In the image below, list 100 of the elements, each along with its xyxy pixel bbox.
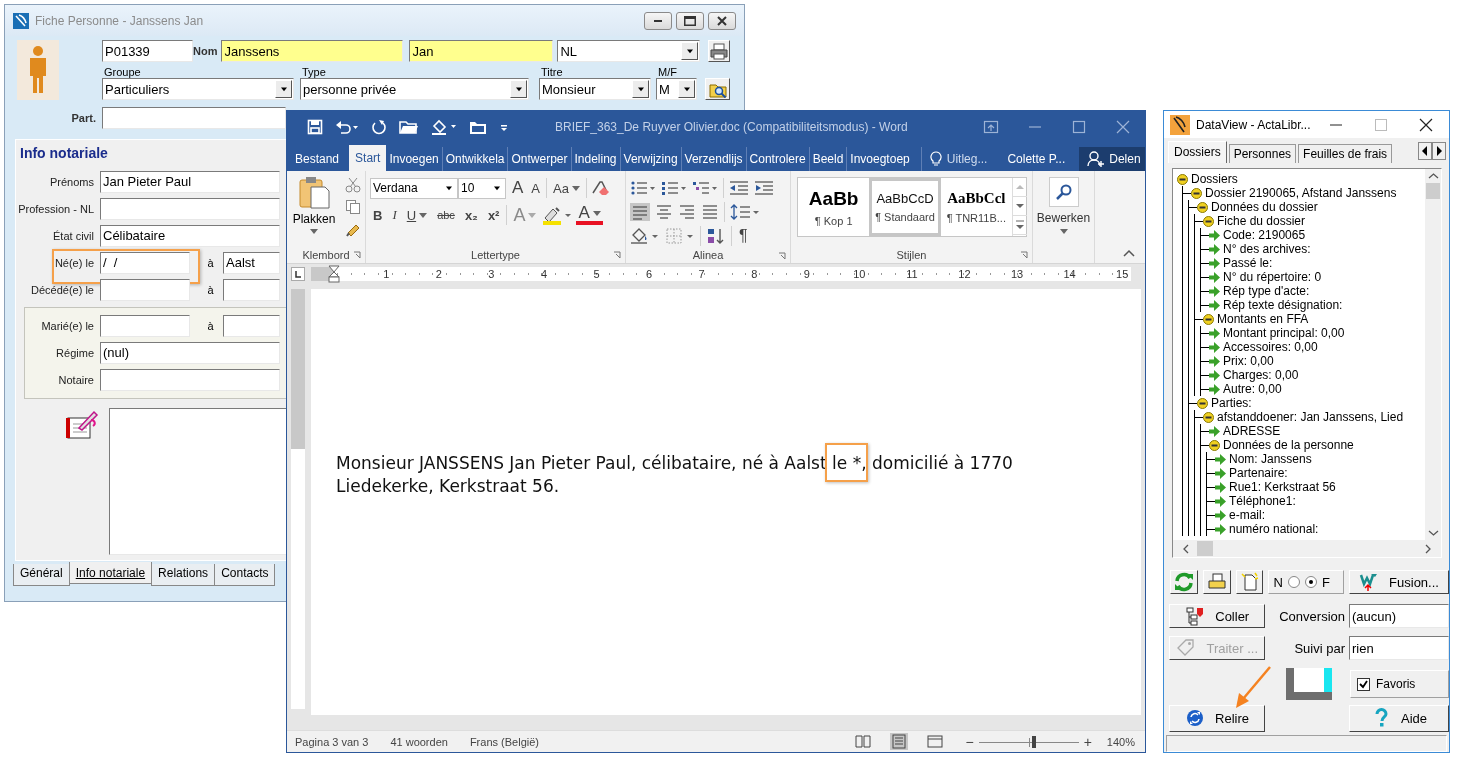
place-field[interactable]: Aalst bbox=[223, 251, 280, 274]
conversion-field[interactable]: (aucun) bbox=[1349, 604, 1449, 628]
arrow-icon[interactable] bbox=[1215, 509, 1226, 521]
tree-item[interactable]: Partenaire: bbox=[1229, 466, 1288, 480]
style-tile[interactable]: AaBbCcD ¶ Standaard bbox=[869, 178, 941, 236]
page-count[interactable]: Pagina 3 van 3 bbox=[295, 735, 369, 748]
tab[interactable]: Général bbox=[13, 564, 70, 586]
align-center-icon[interactable] bbox=[655, 203, 673, 221]
dialog-launcher-icon[interactable] bbox=[353, 251, 361, 259]
new-document-button[interactable] bbox=[1235, 570, 1264, 594]
tree-item[interactable]: Rép type d'acte: bbox=[1223, 284, 1310, 298]
font-color-button[interactable]: A bbox=[576, 205, 603, 225]
ribbon-tab[interactable]: Invoegen bbox=[386, 147, 442, 171]
tree-item[interactable]: Montant principal: 0,00 bbox=[1223, 326, 1345, 340]
copy-icon[interactable] bbox=[345, 199, 361, 215]
print-layout-icon[interactable] bbox=[890, 733, 909, 750]
arrow-icon[interactable] bbox=[1209, 369, 1220, 381]
dock-layout-icon[interactable] bbox=[1286, 668, 1332, 700]
paste-button[interactable]: Plakken bbox=[291, 175, 337, 246]
tab[interactable]: Feuilles de frais bbox=[1298, 144, 1393, 163]
horizontal-scrollbar[interactable] bbox=[1173, 540, 1441, 557]
code-field[interactable]: P01339 bbox=[102, 40, 193, 62]
print-button[interactable] bbox=[708, 40, 730, 62]
underline-button[interactable]: U bbox=[403, 204, 431, 226]
tree-item[interactable]: Autre: 0,00 bbox=[1223, 382, 1282, 396]
tree-item[interactable]: Charges: 0,00 bbox=[1223, 368, 1299, 382]
scrollbar-thumb[interactable] bbox=[1197, 541, 1213, 556]
zoom-out-button[interactable]: − bbox=[962, 733, 977, 750]
ribbon-tab[interactable]: Bestand bbox=[289, 147, 350, 171]
bold-button[interactable]: B bbox=[370, 204, 386, 226]
indent-marker-icon[interactable] bbox=[328, 264, 340, 283]
text-field[interactable] bbox=[100, 368, 280, 391]
dialog-launcher-icon[interactable] bbox=[778, 252, 786, 260]
sort-icon[interactable] bbox=[706, 227, 726, 245]
numbered-list-icon[interactable] bbox=[661, 180, 687, 196]
notes-field[interactable] bbox=[109, 408, 289, 555]
ribbon-display-icon[interactable] bbox=[983, 119, 999, 135]
collapse-icon[interactable] bbox=[1203, 411, 1214, 423]
collapse-ribbon-icon[interactable] bbox=[1123, 249, 1135, 257]
tree-item[interactable]: Prix: 0,00 bbox=[1223, 354, 1274, 368]
dialog-launcher-icon[interactable] bbox=[613, 251, 621, 259]
shading-icon[interactable] bbox=[630, 227, 660, 245]
minimize-button[interactable] bbox=[644, 11, 672, 30]
help-button[interactable]: Aide bbox=[1349, 704, 1449, 732]
superscript-button[interactable]: x² bbox=[484, 204, 503, 226]
grow-font-button[interactable]: A bbox=[510, 177, 526, 199]
tree-item[interactable]: afstanddoener: Jan Janssens, Lied bbox=[1217, 410, 1404, 424]
print-button[interactable] bbox=[1202, 570, 1231, 594]
tree-item[interactable]: Nom: Janssens bbox=[1229, 452, 1312, 466]
arrow-icon[interactable] bbox=[1209, 285, 1220, 297]
partner-field[interactable] bbox=[102, 107, 286, 129]
clear-formatting-icon[interactable] bbox=[590, 179, 609, 197]
arrow-icon[interactable] bbox=[1209, 257, 1220, 269]
language-indicator[interactable]: Frans (België) bbox=[469, 735, 539, 748]
justify-icon[interactable] bbox=[701, 203, 719, 221]
scroll-left-icon[interactable] bbox=[1418, 142, 1432, 160]
refresh-button[interactable] bbox=[1170, 570, 1198, 594]
tree-item[interactable]: Dossiers bbox=[1191, 172, 1238, 186]
group-dropdown[interactable]: Particuliers bbox=[102, 78, 294, 100]
collapse-icon[interactable] bbox=[1203, 313, 1214, 325]
word-count[interactable]: 41 woorden bbox=[390, 735, 448, 748]
collapse-icon[interactable] bbox=[1191, 187, 1202, 199]
collapse-icon[interactable] bbox=[1209, 439, 1220, 451]
reload-button[interactable]: Relire bbox=[1169, 704, 1265, 732]
strikethrough-button[interactable]: abc bbox=[434, 204, 458, 226]
tree-item[interactable]: N° des archives: bbox=[1223, 242, 1311, 256]
arrow-icon[interactable] bbox=[1209, 355, 1220, 367]
read-mode-icon[interactable] bbox=[854, 733, 873, 750]
place-field[interactable] bbox=[223, 314, 280, 337]
align-right-icon[interactable] bbox=[678, 203, 696, 221]
tree-item[interactable]: Dossier 2190065, Afstand Janssens bbox=[1205, 186, 1397, 200]
scroll-right-icon[interactable] bbox=[1432, 142, 1446, 160]
tree-item[interactable]: Fiche du dossier bbox=[1217, 214, 1306, 228]
zoom-level[interactable]: 140% bbox=[1106, 735, 1135, 748]
arrow-icon[interactable] bbox=[1215, 481, 1226, 493]
zoom-slider[interactable] bbox=[978, 734, 1079, 749]
text-field[interactable]: Jan Pieter Paul bbox=[100, 170, 280, 193]
tab[interactable]: Contacts bbox=[214, 564, 276, 586]
maximize-icon[interactable] bbox=[1071, 119, 1087, 135]
subscript-button[interactable]: x₂ bbox=[461, 204, 481, 226]
text-field[interactable]: (nul) bbox=[100, 341, 280, 364]
tree-item[interactable]: Rue1: Kerkstraat 56 bbox=[1229, 480, 1336, 494]
language-dropdown[interactable]: NL bbox=[557, 40, 700, 62]
font-name-dropdown[interactable]: Verdana bbox=[370, 177, 458, 199]
radio-label[interactable]: N bbox=[1273, 574, 1283, 590]
tree-item[interactable]: Montants en FFA bbox=[1217, 312, 1309, 326]
style-tile[interactable]: AaBbCcl ¶ TNR11B... bbox=[940, 178, 1012, 236]
redo-icon[interactable] bbox=[371, 119, 387, 135]
followed-by-field[interactable]: rien bbox=[1349, 636, 1449, 660]
tree-item[interactable]: Données du dossier bbox=[1211, 200, 1318, 214]
dialog-launcher-icon[interactable] bbox=[1020, 251, 1028, 259]
share-button[interactable]: Delen bbox=[1079, 147, 1145, 171]
tree-item[interactable]: Rép texte désignation: bbox=[1223, 298, 1343, 312]
web-layout-icon[interactable] bbox=[926, 733, 945, 750]
user-name[interactable]: Colette P... bbox=[1007, 147, 1066, 171]
arrow-icon[interactable] bbox=[1215, 495, 1226, 507]
tree-item[interactable]: Accessoires: 0,00 bbox=[1223, 340, 1318, 354]
tree-item[interactable]: e-mail: bbox=[1229, 508, 1265, 522]
folder-icon[interactable] bbox=[469, 119, 487, 135]
change-case-button[interactable]: Aa bbox=[551, 177, 582, 199]
